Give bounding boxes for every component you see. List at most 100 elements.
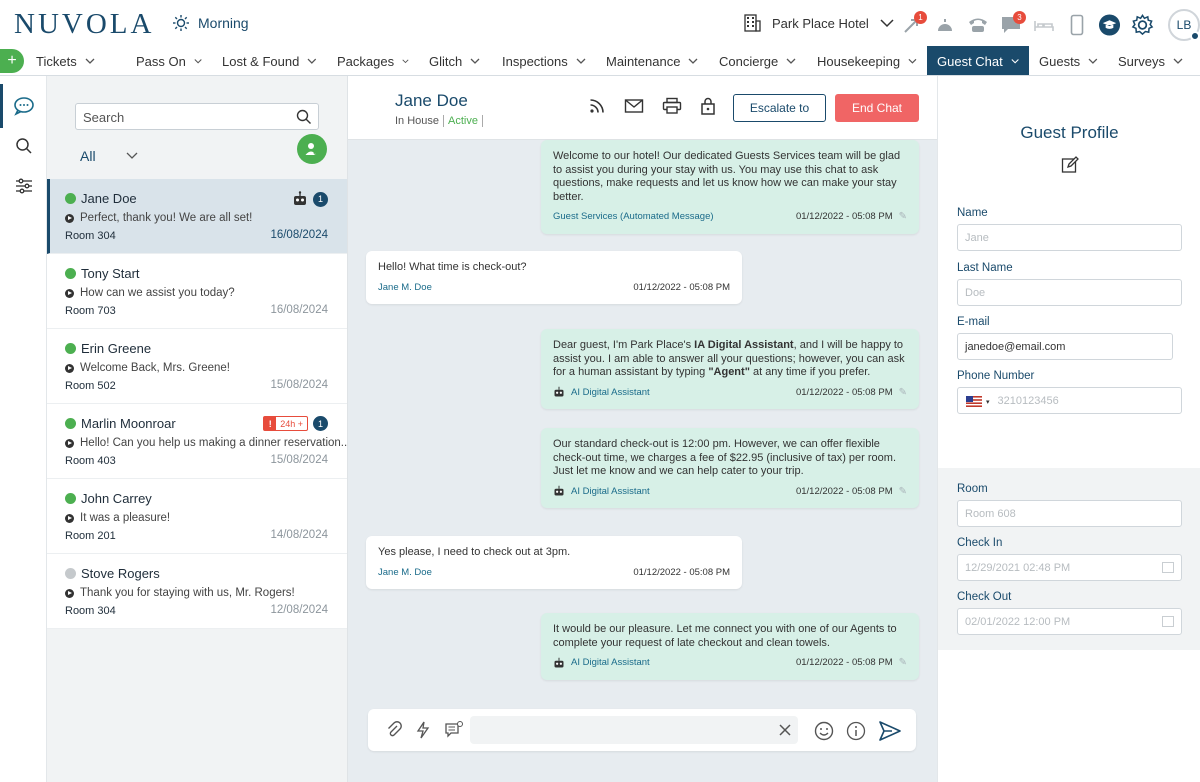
clear-input-close-icon[interactable] <box>778 723 792 737</box>
conversation-item[interactable]: Tony Start How can we assist you today? Ro… <box>47 254 347 329</box>
emoji-smiley-icon[interactable] <box>814 721 834 741</box>
chevron-down-icon <box>688 58 698 64</box>
search-icon <box>15 138 32 154</box>
first-name-field[interactable]: Jane <box>957 224 1182 251</box>
attachment-paperclip-icon[interactable] <box>386 721 402 739</box>
hotel-selector[interactable]: Park Place Hotel <box>742 13 895 33</box>
message-body: Yes please, I need to check out at 3pm. <box>378 546 730 560</box>
check-out-field[interactable]: 02/01/2022 12:00 PM <box>957 608 1182 635</box>
edit-pencil-icon[interactable]: ✎ <box>899 210 907 224</box>
edit-pencil-icon[interactable] <box>1061 156 1079 174</box>
nav-tab-guest-chat[interactable]: Guest Chat <box>927 46 1029 75</box>
escalate-button[interactable]: Escalate to <box>733 94 826 122</box>
last-name-label: Last Name <box>957 262 1013 274</box>
calendar-icon[interactable] <box>1162 616 1174 627</box>
search-input[interactable]: Search <box>75 103 319 130</box>
create-plus-button[interactable]: + <box>0 49 24 73</box>
chat-header: Jane Doe In House Active Escalate to End… <box>348 76 937 140</box>
nav-tab-lost-found[interactable]: Lost & Found <box>212 46 327 75</box>
message-text: Hello! What time is check-out? <box>378 261 527 273</box>
edit-pencil-icon[interactable]: ✎ <box>899 386 907 400</box>
message-sender: AI Digital Assistant <box>553 386 650 400</box>
email-field[interactable]: janedoe@email.com <box>957 333 1173 360</box>
service-bell-icon[interactable] <box>933 12 956 38</box>
last-message: Perfect, thank you! We are all set! <box>65 212 347 224</box>
settings-gear-icon[interactable] <box>1131 12 1154 38</box>
info-icon[interactable] <box>846 721 866 741</box>
conversation-date: 12/08/2024 <box>270 604 328 616</box>
mobile-icon[interactable] <box>1065 12 1088 38</box>
chevron-down-icon <box>470 58 480 64</box>
messages-icon[interactable]: 3 <box>999 11 1026 38</box>
rss-feed-icon[interactable] <box>588 97 606 115</box>
check-in-label: Check In <box>957 537 1003 549</box>
add-guest-icon <box>305 143 319 155</box>
filter-value: All <box>80 148 96 164</box>
rail-filters-button[interactable] <box>0 166 47 206</box>
nav-tab-surveys[interactable]: Surveys <box>1108 46 1197 75</box>
user-online-indicator <box>1190 31 1200 41</box>
chat-guest-status: In House Active <box>395 115 483 127</box>
nav-tab-label: Guest Chat <box>937 53 1003 69</box>
nav-tab-housekeeping[interactable]: Housekeeping <box>807 46 927 75</box>
phone-icon[interactable] <box>966 12 989 38</box>
message-sender: AI Digital Assistant <box>553 656 650 670</box>
nav-tab-guests[interactable]: Guests <box>1029 46 1108 75</box>
nav-tab-label: Concierge <box>719 53 779 69</box>
phone-placeholder: 3210123456 <box>997 395 1059 407</box>
sender-name: Guest Services (Automated Message) <box>553 211 714 222</box>
end-chat-button[interactable]: End Chat <box>835 94 919 122</box>
room-field[interactable]: Room 608 <box>957 500 1182 527</box>
conversation-date: 14/08/2024 <box>270 529 328 541</box>
guest-name: Tony Start <box>81 266 140 281</box>
message-arrow-icon <box>65 513 74 523</box>
lock-icon[interactable] <box>700 97 716 115</box>
phone-label: Phone Number <box>957 370 1035 382</box>
user-avatar[interactable]: LB <box>1168 9 1200 41</box>
nav-tab-inspections[interactable]: Inspections <box>492 46 596 75</box>
send-icon[interactable] <box>878 720 902 742</box>
conversation-item[interactable]: Marlin Moonroar Hello! Can you help us ma… <box>47 404 347 479</box>
guest-name: Marlin Moonroar <box>81 416 176 431</box>
phone-field[interactable]: ▾ 3210123456 <box>957 387 1182 414</box>
us-flag-icon[interactable] <box>966 395 982 407</box>
message-sender: Guest Services (Automated Message) <box>553 210 714 224</box>
email-icon[interactable] <box>624 98 644 114</box>
stay-details-section: Room Room 608 Check In 12/29/2021 02:48 … <box>938 468 1200 650</box>
check-in-field[interactable]: 12/29/2021 02:48 PM <box>957 554 1182 581</box>
conversation-item[interactable]: Erin Greene Welcome Back, Mrs. Greene! Roo… <box>47 329 347 404</box>
calendar-icon[interactable] <box>1162 562 1174 573</box>
academy-icon[interactable] <box>1098 12 1121 38</box>
message-input[interactable] <box>470 716 798 744</box>
alerts-icon[interactable]: 1 <box>900 11 927 38</box>
nav-tab-label: Pass On <box>136 53 186 69</box>
conversation-item[interactable]: Jane Doe Perfect, thank you! We are all s… <box>47 179 347 254</box>
building-icon <box>744 14 761 32</box>
nav-tab-pass-on[interactable]: Pass On <box>126 46 212 75</box>
nav-tab-tickets[interactable]: Tickets <box>26 46 126 75</box>
nav-tab-maintenance[interactable]: Maintenance <box>596 46 709 75</box>
nav-tab-glitch[interactable]: Glitch <box>419 46 492 75</box>
conversation-item[interactable]: John Carrey It was a pleasure! Room 201 14/… <box>47 479 347 554</box>
edit-pencil-icon[interactable]: ✎ <box>899 485 907 499</box>
bed-icon[interactable] <box>1032 12 1055 38</box>
nav-tab-concierge[interactable]: Concierge <box>709 46 807 75</box>
print-icon[interactable] <box>662 97 682 115</box>
presence-dot <box>65 343 76 354</box>
conversation-guest: Stove Rogers <box>65 566 347 581</box>
filter-dropdown[interactable]: All <box>80 148 138 164</box>
new-guest-chat-button[interactable] <box>297 134 327 164</box>
edit-pencil-icon[interactable]: ✎ <box>899 656 907 670</box>
conversation-item[interactable]: Stove Rogers Thank you for staying with u… <box>47 554 347 629</box>
message-time: 01/12/2022 - 05:08 PM <box>633 566 730 580</box>
rail-search-button[interactable] <box>0 126 47 166</box>
templates-icon[interactable] <box>444 721 464 739</box>
presence-dot <box>65 193 76 204</box>
bot-icon <box>554 486 564 496</box>
last-name-field[interactable]: Doe <box>957 279 1182 306</box>
nav-tab-packages[interactable]: Packages <box>327 46 419 75</box>
chevron-down-icon <box>1088 58 1098 64</box>
sla-text: 24h + <box>280 418 303 429</box>
quick-reply-lightning-icon[interactable] <box>416 721 430 739</box>
app-logo[interactable]: NUVOLA <box>14 8 154 41</box>
